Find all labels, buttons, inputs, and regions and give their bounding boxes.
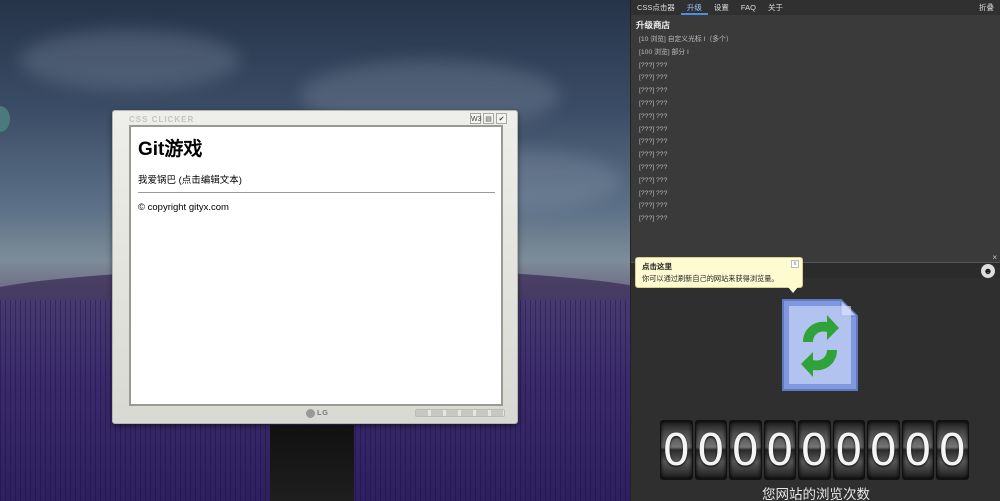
counter-digit: 0 [694, 420, 727, 480]
upgrade-item[interactable]: [???] ??? [639, 98, 1000, 111]
upgrade-item[interactable]: [100 浏览] 部分 I [639, 47, 1000, 60]
website-preview[interactable]: Git游戏 我爱锅巴 (点击编辑文本) © copyright gityx.co… [129, 125, 503, 406]
upgrade-item[interactable]: [???] ??? [639, 213, 1000, 226]
side-handle[interactable] [0, 106, 10, 132]
tooltip-close-icon[interactable]: x [791, 260, 799, 268]
monitor: CSS CLICKER W3 ▤ ✔ Git游戏 我爱锅巴 (点击编辑文本) ©… [112, 110, 518, 424]
upgrade-item[interactable]: [???] ??? [639, 175, 1000, 188]
upgrade-store-title: 升级商店 [636, 20, 671, 30]
website-footer: © copyright gityx.com [138, 202, 229, 213]
w3-badge-icon: W3 [470, 113, 482, 124]
counter-digit: 0 [763, 420, 796, 480]
counter-digit: 0 [936, 420, 969, 480]
tab-about[interactable]: 关于 [762, 0, 789, 15]
monitor-corner-icons: W3 ▤ ✔ [470, 113, 507, 124]
upgrade-item[interactable]: [???] ??? [639, 136, 1000, 149]
lg-logo-icon [306, 408, 315, 418]
counter-digit: 0 [832, 420, 865, 480]
counter-digit: 0 [867, 420, 900, 480]
counter-digit: 0 [660, 420, 693, 480]
upgrade-item[interactable]: [???] ??? [639, 60, 1000, 73]
doc-icon: ▤ [483, 113, 494, 124]
tooltip-body: 你可以通过刷新自己的网站来获得浏览量。 [642, 274, 779, 283]
monitor-stand [270, 425, 354, 501]
side-panel: CSS点击器 升级 设置 FAQ 关于 折叠 升级商店 [10 浏览] 自定义光… [630, 0, 1000, 501]
upgrade-list: [10 浏览] 自定义光标 I（多个） [100 浏览] 部分 I [???] … [631, 32, 1000, 226]
tab-faq[interactable]: FAQ [735, 0, 762, 15]
upgrade-item[interactable]: [???] ??? [639, 124, 1000, 137]
monitor-logo-text: LG [317, 408, 329, 417]
cloud [20, 30, 240, 90]
upgrade-item[interactable]: [???] ??? [639, 200, 1000, 213]
tooltip-arrow [788, 287, 798, 293]
monitor-brand: CSS CLICKER [129, 115, 195, 124]
check-icon: ✔ [496, 113, 507, 124]
counter-digit: 0 [729, 420, 762, 480]
upgrade-item[interactable]: [???] ??? [639, 111, 1000, 124]
close-icon[interactable]: × [992, 253, 997, 262]
monitor-logo: LG [306, 408, 328, 418]
divider [138, 192, 495, 193]
upgrade-item[interactable]: [???] ??? [639, 85, 1000, 98]
upgrade-item[interactable]: [???] ??? [639, 162, 1000, 175]
website-title[interactable]: Git游戏 [138, 134, 495, 160]
tab-settings[interactable]: 设置 [708, 0, 735, 15]
tutorial-tooltip: 点击这里 你可以通过刷新自己的网站来获得浏览量。 x [635, 257, 803, 293]
editable-text[interactable]: 我爱锅巴 (点击编辑文本) [138, 172, 495, 186]
counter-label: 您网站的浏览次数 [762, 487, 870, 501]
tab-bar: CSS点击器 升级 设置 FAQ 关于 折叠 [631, 0, 1000, 15]
upgrade-item[interactable]: [???] ??? [639, 188, 1000, 201]
tab-upgrades[interactable]: 升级 [680, 0, 708, 15]
view-counter: 0 0 0 0 0 0 0 0 0 [660, 420, 969, 480]
counter-digit: 0 [901, 420, 934, 480]
tab-css-clicker[interactable]: CSS点击器 [631, 0, 681, 15]
wallpaper-scene: CSS CLICKER W3 ▤ ✔ Git游戏 我爱锅巴 (点击编辑文本) ©… [0, 0, 630, 501]
upgrade-item[interactable]: [???] ??? [639, 149, 1000, 162]
github-avatar-icon[interactable]: ☻ [981, 264, 995, 278]
collapse-button[interactable]: 折叠 [979, 0, 994, 15]
refresh-page-icon[interactable] [781, 298, 859, 392]
upgrade-item[interactable]: [???] ??? [639, 72, 1000, 85]
tooltip-title: 点击这里 [642, 262, 672, 271]
counter-digit: 0 [798, 420, 831, 480]
upgrade-item[interactable]: [10 浏览] 自定义光标 I（多个） [639, 34, 1000, 47]
monitor-buttons [415, 409, 505, 417]
